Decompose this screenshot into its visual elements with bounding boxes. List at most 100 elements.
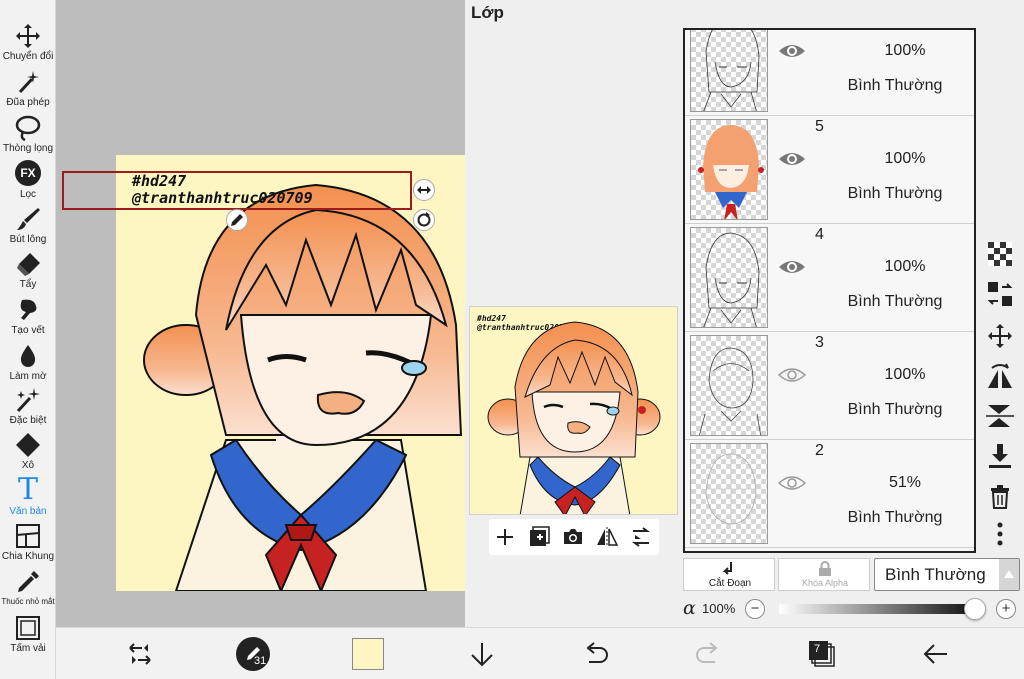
add-icon[interactable] — [493, 525, 517, 549]
canvas-tool[interactable]: Tấm vải — [0, 612, 56, 658]
blur-tool[interactable]: Làm mờ — [0, 340, 56, 386]
add-layer-icon[interactable] — [527, 525, 551, 549]
alpha-lock-button[interactable]: Khóa Alpha — [778, 558, 870, 591]
layers-icon — [809, 641, 835, 667]
layer-thumbnail — [690, 443, 768, 544]
trash-icon[interactable] — [986, 482, 1014, 510]
magic-wand-tool[interactable]: Đũa phép — [0, 66, 56, 112]
alpha-lock-label: Khóa Alpha — [801, 578, 849, 588]
layer-blend-mode: Bình Thường — [847, 293, 943, 310]
merge-down-icon[interactable] — [986, 442, 1014, 470]
opacity-slider-knob[interactable] — [964, 598, 986, 620]
lasso-tool[interactable]: Thòng lọng — [0, 112, 56, 158]
text-selection-box[interactable] — [62, 171, 412, 210]
text-icon: T — [17, 472, 38, 507]
layer-row-2[interactable]: 2 51% Bình Thường — [685, 440, 974, 548]
bottom-toolbar: 31 7 — [56, 627, 1024, 679]
filter-tool[interactable]: FX Lọc — [0, 158, 56, 204]
eyedropper-tool[interactable]: Thuốc nhỏ mắt — [0, 566, 56, 612]
alpha-symbol: α — [683, 597, 696, 619]
blend-mode-select[interactable]: Bình Thường — [874, 558, 1020, 591]
opacity-slider[interactable] — [779, 598, 986, 620]
special-tool[interactable]: Đặc biệt — [0, 384, 56, 430]
download-arrow-icon[interactable] — [466, 638, 498, 670]
alpha-value: 100% — [702, 601, 736, 616]
layer-row-6[interactable]: 6 100% Bình Thường — [685, 30, 974, 116]
smudge-tool[interactable]: Tạo vết — [0, 294, 56, 340]
tool-label: Đặc biệt — [9, 415, 47, 426]
clipping-button[interactable]: Cắt Đoạn — [683, 558, 775, 591]
tool-label: Thuốc nhỏ mắt — [1, 597, 55, 606]
preview-illustration — [487, 321, 661, 514]
lasso-icon — [15, 115, 41, 142]
visibility-eye-icon[interactable] — [778, 42, 806, 60]
tool-label: Đũa phép — [6, 97, 50, 108]
rotate-icon[interactable] — [629, 525, 653, 549]
magic-wand-icon — [18, 71, 39, 94]
bucket-icon — [16, 433, 40, 457]
tool-label: Tẩy — [19, 279, 37, 290]
frame-divider-tool[interactable]: Chia Khung — [0, 520, 56, 566]
tool-label: Tạo vết — [11, 325, 45, 336]
opacity-increase-button[interactable]: + — [996, 599, 1016, 619]
layers-button[interactable]: 7 — [808, 640, 836, 668]
layer-number: 3 — [815, 334, 824, 351]
flip-vertical-icon[interactable] — [986, 402, 1014, 430]
transparency-checker-icon[interactable] — [986, 240, 1014, 268]
frame-divider-icon — [16, 524, 40, 548]
move-tool[interactable]: Chuyển đổi — [0, 20, 56, 66]
layer-row-4[interactable]: 4 100% Bình Thường — [685, 224, 974, 332]
layer-thumbnail — [690, 227, 768, 328]
visibility-eye-icon[interactable] — [778, 258, 806, 276]
opacity-decrease-button[interactable]: − — [745, 599, 765, 619]
camera-icon[interactable] — [561, 525, 585, 549]
layer-swap-icon[interactable] — [986, 280, 1014, 308]
preview-toolbar — [489, 519, 659, 555]
back-arrow-icon[interactable] — [920, 638, 952, 670]
layer-opacity-row: α 100% − + — [683, 597, 1020, 621]
flip-layer-icon[interactable] — [986, 362, 1014, 390]
fill-tool[interactable]: Xô — [0, 429, 56, 475]
more-vertical-icon[interactable] — [986, 520, 1014, 548]
tool-label: Tấm vải — [10, 643, 46, 654]
triangle-up-icon — [1004, 570, 1014, 578]
layer-row-3[interactable]: 3 100% Bình Thường — [685, 332, 974, 440]
tool-label: Chuyển đổi — [2, 51, 54, 62]
selection-transform-icon[interactable] — [124, 638, 156, 670]
resize-handle[interactable] — [413, 179, 435, 201]
tool-label: Văn bản — [9, 506, 47, 517]
canvas-icon — [16, 616, 40, 640]
left-toolbar: Chuyển đổi Đũa phép Thòng lọng FX Lọc Bú… — [0, 0, 56, 679]
redo-icon[interactable] — [692, 638, 724, 670]
brush-icon — [17, 208, 40, 230]
brush-tool[interactable]: Bút lông — [0, 203, 56, 249]
undo-icon[interactable] — [580, 638, 612, 670]
layer-thumbnail — [690, 119, 768, 220]
layer-list[interactable]: 6 100% Bình Thường 5 100% Bình Thường 4 … — [683, 28, 976, 553]
text-tool[interactable]: T Văn bản — [0, 472, 56, 521]
eraser-icon — [17, 253, 40, 276]
layer-count: 7 — [814, 643, 821, 655]
color-swatch[interactable] — [352, 638, 384, 670]
move-layer-icon[interactable] — [986, 322, 1014, 350]
brush-size-button[interactable]: 31 — [236, 637, 270, 671]
flip-horizontal-icon[interactable] — [595, 525, 619, 549]
layer-thumbnail — [690, 30, 768, 112]
visibility-eye-icon[interactable] — [778, 474, 806, 492]
layer-row-5[interactable]: 5 100% Bình Thường — [685, 116, 974, 224]
rotate-handle[interactable] — [413, 209, 435, 231]
canvas-preview[interactable]: #hd247 @tranthanhtruc020709 — [469, 306, 678, 515]
edit-text-handle[interactable] — [226, 209, 248, 231]
visibility-eye-icon[interactable] — [778, 150, 806, 168]
layer-blend-mode: Bình Thường — [847, 401, 943, 418]
visibility-eye-icon[interactable] — [778, 366, 806, 384]
eyedropper-icon — [18, 571, 39, 592]
clipping-label: Cắt Đoạn — [708, 578, 752, 589]
layer-opacity: 100% — [884, 150, 926, 167]
panel-title: Lớp — [471, 3, 504, 22]
eraser-tool[interactable]: Tẩy — [0, 248, 56, 294]
layer-number: 2 — [815, 442, 824, 459]
layer-opacity: 100% — [884, 258, 926, 275]
blur-drop-icon — [20, 345, 36, 367]
layer-thumbnail — [690, 335, 768, 436]
